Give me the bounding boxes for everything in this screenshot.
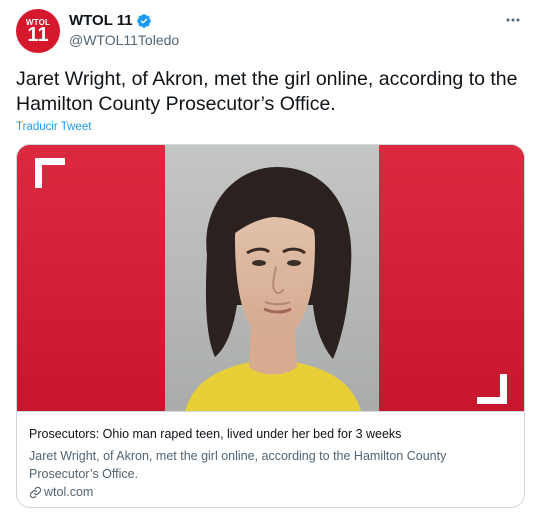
verified-badge-icon xyxy=(136,13,152,29)
corner-bracket-icon xyxy=(35,158,65,188)
link-icon xyxy=(29,486,42,499)
card-image-red-panel-right xyxy=(379,145,524,411)
corner-bracket-icon xyxy=(477,374,507,404)
author-name-row[interactable]: WTOL 11 xyxy=(69,12,152,29)
handle[interactable]: @WTOL11Toledo xyxy=(69,32,179,48)
mugshot-photo xyxy=(165,145,379,411)
translate-tweet-link[interactable]: Traducir Tweet xyxy=(16,121,91,133)
display-name[interactable]: WTOL 11 xyxy=(69,12,133,29)
link-card[interactable]: Prosecutors: Ohio man raped teen, lived … xyxy=(16,144,525,508)
tweet[interactable]: WTOL 11 WTOL 11 @WTOL11Toledo Jaret Wrig… xyxy=(0,0,539,526)
card-meta[interactable]: Prosecutors: Ohio man raped teen, lived … xyxy=(17,411,524,507)
more-horizontal-icon[interactable] xyxy=(503,10,523,30)
card-image[interactable] xyxy=(17,145,524,411)
tweet-text: Jaret Wright, of Akron, met the girl onl… xyxy=(16,68,518,115)
avatar-logo-number: 11 xyxy=(27,24,49,46)
avatar[interactable]: WTOL 11 xyxy=(16,9,60,53)
card-title[interactable]: Prosecutors: Ohio man raped teen, lived … xyxy=(29,427,401,441)
card-domain-text[interactable]: wtol.com xyxy=(44,485,93,499)
card-description: Jaret Wright, of Akron, met the girl onl… xyxy=(29,449,447,481)
card-domain[interactable]: wtol.com xyxy=(29,485,93,499)
